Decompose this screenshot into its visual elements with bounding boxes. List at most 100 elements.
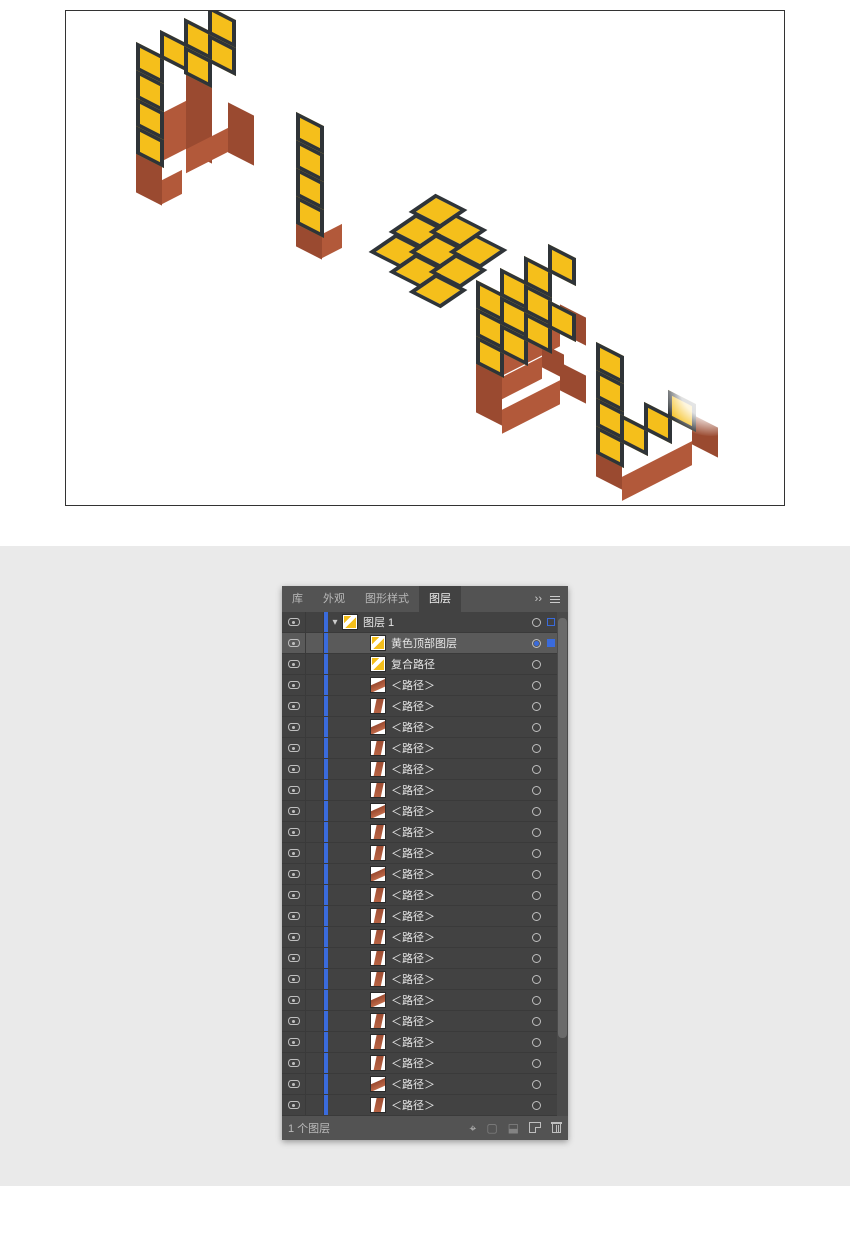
visibility-toggle[interactable]	[282, 801, 306, 821]
visibility-toggle[interactable]	[282, 1011, 306, 1031]
locate-object-icon[interactable]: ⌖	[470, 1122, 477, 1134]
layer-row[interactable]: ＜路径＞	[282, 801, 568, 822]
visibility-toggle[interactable]	[282, 1032, 306, 1052]
layer-name-label[interactable]: ＜路径＞	[391, 761, 527, 777]
twisty-icon[interactable]: ▾	[328, 617, 342, 628]
layer-name-label[interactable]: 图层 1	[363, 614, 527, 630]
lock-toggle[interactable]	[306, 885, 324, 905]
layer-row[interactable]: ＜路径＞	[282, 717, 568, 738]
visibility-toggle[interactable]	[282, 780, 306, 800]
layer-row[interactable]: ＜路径＞	[282, 885, 568, 906]
layer-row[interactable]: ＜路径＞	[282, 864, 568, 885]
layer-name-label[interactable]: ＜路径＞	[391, 740, 527, 756]
visibility-toggle[interactable]	[282, 885, 306, 905]
layer-name-label[interactable]: ＜路径＞	[391, 971, 527, 987]
layer-name-label[interactable]: ＜路径＞	[391, 908, 527, 924]
visibility-toggle[interactable]	[282, 906, 306, 926]
target-icon[interactable]	[527, 828, 545, 837]
layer-row[interactable]: ＜路径＞	[282, 927, 568, 948]
target-icon[interactable]	[527, 744, 545, 753]
visibility-toggle[interactable]	[282, 1095, 306, 1115]
layer-name-label[interactable]: ＜路径＞	[391, 782, 527, 798]
lock-toggle[interactable]	[306, 738, 324, 758]
layer-name-label[interactable]: 黄色顶部图层	[391, 635, 527, 651]
lock-toggle[interactable]	[306, 843, 324, 863]
layer-name-label[interactable]: ＜路径＞	[391, 1055, 527, 1071]
lock-toggle[interactable]	[306, 654, 324, 674]
layer-name-label[interactable]: ＜路径＞	[391, 698, 527, 714]
layer-row[interactable]: ＜路径＞	[282, 1011, 568, 1032]
layer-name-label[interactable]: ＜路径＞	[391, 1076, 527, 1092]
lock-toggle[interactable]	[306, 759, 324, 779]
visibility-toggle[interactable]	[282, 696, 306, 716]
lock-toggle[interactable]	[306, 675, 324, 695]
lock-toggle[interactable]	[306, 1074, 324, 1094]
target-icon[interactable]	[527, 954, 545, 963]
target-icon[interactable]	[527, 723, 545, 732]
lock-toggle[interactable]	[306, 612, 324, 632]
lock-toggle[interactable]	[306, 864, 324, 884]
target-icon[interactable]	[527, 639, 545, 648]
visibility-toggle[interactable]	[282, 822, 306, 842]
lock-toggle[interactable]	[306, 1032, 324, 1052]
target-icon[interactable]	[527, 786, 545, 795]
layer-row[interactable]: 黄色顶部图层	[282, 633, 568, 654]
layer-row[interactable]: ＜路径＞	[282, 822, 568, 843]
visibility-toggle[interactable]	[282, 843, 306, 863]
target-icon[interactable]	[527, 891, 545, 900]
visibility-toggle[interactable]	[282, 675, 306, 695]
panel-scrollbar[interactable]	[557, 612, 568, 1116]
panel-menu-icon[interactable]	[550, 596, 560, 603]
lock-toggle[interactable]	[306, 696, 324, 716]
target-icon[interactable]	[527, 1080, 545, 1089]
tab-appearance[interactable]: 外观	[313, 586, 355, 612]
layer-row[interactable]: ＜路径＞	[282, 696, 568, 717]
visibility-toggle[interactable]	[282, 717, 306, 737]
visibility-toggle[interactable]	[282, 990, 306, 1010]
layer-row[interactable]: ＜路径＞	[282, 738, 568, 759]
layer-row[interactable]: ▾ 图层 1	[282, 612, 568, 633]
lock-toggle[interactable]	[306, 717, 324, 737]
layer-row[interactable]: ＜路径＞	[282, 906, 568, 927]
target-icon[interactable]	[527, 1038, 545, 1047]
layer-row[interactable]: ＜路径＞	[282, 1095, 568, 1116]
target-icon[interactable]	[527, 1101, 545, 1110]
layer-name-label[interactable]: ＜路径＞	[391, 887, 527, 903]
target-icon[interactable]	[527, 975, 545, 984]
visibility-toggle[interactable]	[282, 738, 306, 758]
layer-row[interactable]: ＜路径＞	[282, 1074, 568, 1095]
visibility-toggle[interactable]	[282, 654, 306, 674]
target-icon[interactable]	[527, 660, 545, 669]
layer-name-label[interactable]: ＜路径＞	[391, 677, 527, 693]
visibility-toggle[interactable]	[282, 1053, 306, 1073]
target-icon[interactable]	[527, 870, 545, 879]
visibility-toggle[interactable]	[282, 633, 306, 653]
target-icon[interactable]	[527, 765, 545, 774]
panel-scrollbar-thumb[interactable]	[558, 618, 567, 1038]
layer-name-label[interactable]: ＜路径＞	[391, 992, 527, 1008]
layer-row[interactable]: ＜路径＞	[282, 969, 568, 990]
panel-expand-icon[interactable]: ››	[535, 593, 542, 605]
target-icon[interactable]	[527, 1059, 545, 1068]
target-icon[interactable]	[527, 702, 545, 711]
lock-toggle[interactable]	[306, 780, 324, 800]
visibility-toggle[interactable]	[282, 948, 306, 968]
create-sublayer-icon[interactable]: ⬓	[508, 1122, 519, 1134]
visibility-toggle[interactable]	[282, 612, 306, 632]
lock-toggle[interactable]	[306, 990, 324, 1010]
target-icon[interactable]	[527, 618, 545, 627]
target-icon[interactable]	[527, 996, 545, 1005]
lock-toggle[interactable]	[306, 801, 324, 821]
layer-name-label[interactable]: ＜路径＞	[391, 950, 527, 966]
target-icon[interactable]	[527, 1017, 545, 1026]
layer-row[interactable]: ＜路径＞	[282, 948, 568, 969]
target-icon[interactable]	[527, 849, 545, 858]
lock-toggle[interactable]	[306, 1095, 324, 1115]
lock-toggle[interactable]	[306, 1053, 324, 1073]
layer-name-label[interactable]: ＜路径＞	[391, 824, 527, 840]
layer-name-label[interactable]: ＜路径＞	[391, 803, 527, 819]
layer-name-label[interactable]: ＜路径＞	[391, 1097, 527, 1113]
layer-name-label[interactable]: ＜路径＞	[391, 866, 527, 882]
lock-toggle[interactable]	[306, 927, 324, 947]
layer-name-label[interactable]: ＜路径＞	[391, 845, 527, 861]
